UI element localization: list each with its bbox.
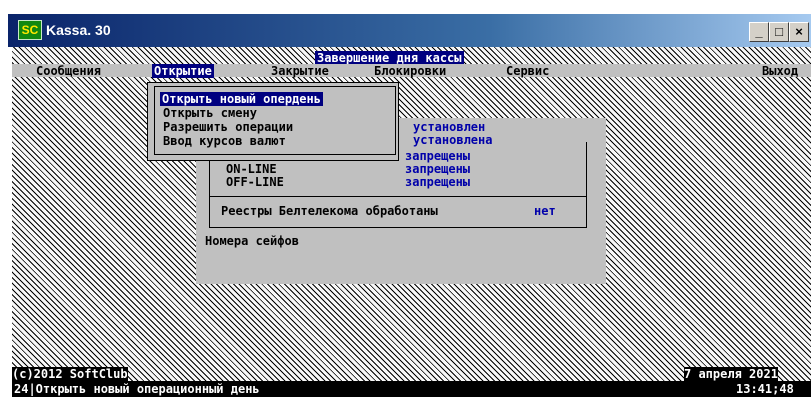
mode-value: запрещены bbox=[405, 175, 471, 189]
registry-label: Реестры Белтелекома обработаны bbox=[221, 204, 438, 218]
close-button[interactable]: × bbox=[789, 22, 809, 42]
mode-label: ON-LINE bbox=[226, 162, 277, 176]
mode-label: OFF-LINE bbox=[226, 175, 284, 189]
clock-text: 13:41;48 bbox=[736, 382, 794, 396]
dialog-title: Завершение дня кассы bbox=[315, 51, 464, 65]
safes-label: Номера сейфов bbox=[205, 234, 299, 248]
menu-soobshcheniya[interactable]: Сообщения bbox=[36, 64, 101, 78]
status-value: установлен bbox=[413, 120, 486, 134]
mode-value: запрещены bbox=[405, 162, 471, 176]
maximize-button[interactable]: □ bbox=[769, 22, 789, 42]
title-bar[interactable] bbox=[8, 14, 811, 47]
copyright-text: (c)2012 SoftClub bbox=[12, 367, 128, 381]
menu-exit[interactable]: Выход bbox=[762, 64, 798, 78]
menu-item-allow-operations[interactable]: Разрешить операции bbox=[163, 120, 293, 134]
registry-value: нет bbox=[534, 204, 556, 218]
app-logo-icon: SC bbox=[18, 20, 42, 40]
minimize-button[interactable]: _ bbox=[749, 22, 769, 42]
window-title: Kassa. 30 bbox=[46, 22, 111, 38]
mode-value: запрещены bbox=[405, 149, 471, 163]
date-text: 7 апреля 2021 bbox=[684, 367, 778, 381]
menu-zakrytie[interactable]: Закрытие bbox=[271, 64, 329, 78]
menu-item-open-new-day[interactable]: Открыть новый опердень bbox=[160, 92, 323, 106]
menu-servis[interactable]: Сервис bbox=[506, 64, 549, 78]
menu-item-currency-rates[interactable]: Ввод курсов валют bbox=[163, 134, 286, 148]
menu-blokirovki[interactable]: Блокировки bbox=[374, 64, 446, 78]
status-hint: 24|Открыть новый операционный день bbox=[14, 382, 260, 396]
menu-otkrytie[interactable]: Открытие bbox=[152, 64, 214, 78]
menu-item-open-shift[interactable]: Открыть смену bbox=[163, 106, 257, 120]
